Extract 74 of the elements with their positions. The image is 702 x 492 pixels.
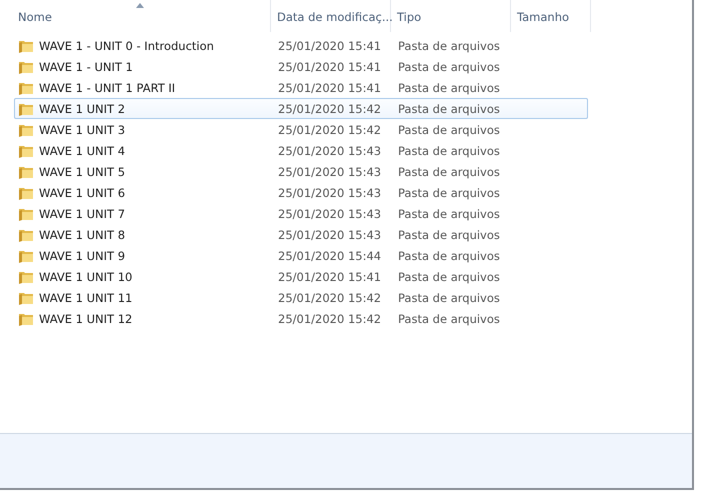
item-type: Pasta de arquivos <box>398 122 500 136</box>
folder-name: WAVE 1 - UNIT 0 - Introduction <box>39 38 214 52</box>
item-type: Pasta de arquivos <box>398 312 500 326</box>
item-type: Pasta de arquivos <box>398 206 500 220</box>
folder-name: WAVE 1 UNIT 3 <box>39 122 126 136</box>
file-row[interactable]: WAVE 1 - UNIT 1 25/01/2020 15:41 Pasta de arquivos <box>14 56 588 77</box>
folder-name: WAVE 1 UNIT 11 <box>39 290 132 304</box>
modified-date: 25/01/2020 15:42 <box>278 102 382 116</box>
folder-icon <box>18 144 34 158</box>
item-type: Pasta de arquivos <box>398 290 500 304</box>
file-row[interactable]: WAVE 1 UNIT 5 25/01/2020 15:43 Pasta de arquivos <box>14 161 588 182</box>
folder-name: WAVE 1 UNIT 8 <box>39 228 126 242</box>
modified-date: 25/01/2020 15:43 <box>278 186 382 200</box>
file-row[interactable]: WAVE 1 UNIT 4 25/01/2020 15:43 Pasta de arquivos <box>14 140 588 161</box>
column-header[interactable]: Nome <box>12 0 271 32</box>
folder-icon <box>18 270 34 284</box>
modified-date: 25/01/2020 15:41 <box>278 80 382 94</box>
folder-icon <box>18 38 34 52</box>
modified-date: 25/01/2020 15:41 <box>278 38 382 52</box>
file-row[interactable]: WAVE 1 UNIT 3 25/01/2020 15:42 Pasta de arquivos <box>14 119 588 140</box>
folder-name: WAVE 1 - UNIT 1 PART II <box>39 80 176 94</box>
file-row[interactable]: WAVE 1 UNIT 11 25/01/2020 15:42 Pasta de arquivos <box>14 287 588 308</box>
item-type: Pasta de arquivos <box>398 60 500 74</box>
folder-name: WAVE 1 UNIT 5 <box>39 164 126 178</box>
folder-icon <box>18 186 34 200</box>
modified-date: 25/01/2020 15:41 <box>278 270 382 284</box>
folder-icon <box>18 164 34 178</box>
folder-icon <box>18 206 34 220</box>
file-row[interactable]: WAVE 1 - UNIT 1 PART II 25/01/2020 15:41 Pasta de arquivos <box>14 77 588 98</box>
folder-icon <box>18 60 34 74</box>
column-header[interactable]: Tamanho <box>511 0 591 32</box>
folder-name: WAVE 1 - UNIT 1 <box>39 60 133 74</box>
folder-name: WAVE 1 UNIT 10 <box>39 270 132 284</box>
folder-name: WAVE 1 UNIT 2 <box>39 102 126 116</box>
item-type: Pasta de arquivos <box>398 38 500 52</box>
modified-date: 25/01/2020 15:42 <box>278 122 382 136</box>
modified-date: 25/01/2020 15:43 <box>278 206 382 220</box>
file-row[interactable]: WAVE 1 UNIT 10 25/01/2020 15:41 Pasta de arquivos <box>14 266 588 287</box>
folder-icon <box>18 102 34 116</box>
modified-date: 25/01/2020 15:44 <box>278 248 382 262</box>
modified-date: 25/01/2020 15:41 <box>278 60 382 74</box>
file-row[interactable]: WAVE 1 UNIT 6 25/01/2020 15:43 Pasta de arquivos <box>14 182 588 203</box>
folder-name: WAVE 1 UNIT 9 <box>39 248 126 262</box>
item-type: Pasta de arquivos <box>398 102 500 116</box>
modified-date: 25/01/2020 15:43 <box>278 228 382 242</box>
item-type: Pasta de arquivos <box>398 248 500 262</box>
modified-date: 25/01/2020 15:43 <box>278 164 382 178</box>
item-type: Pasta de arquivos <box>398 144 500 158</box>
folder-name: WAVE 1 UNIT 6 <box>39 186 126 200</box>
file-row[interactable]: WAVE 1 UNIT 7 25/01/2020 15:43 Pasta de arquivos <box>14 203 588 224</box>
file-row[interactable]: WAVE 1 UNIT 12 25/01/2020 15:42 Pasta de arquivos <box>14 308 588 329</box>
column-header[interactable]: Tipo <box>391 0 511 32</box>
folder-icon <box>18 290 34 304</box>
file-row[interactable]: WAVE 1 - UNIT 0 - Introduction 25/01/2020 15:41 Pasta de arquivos <box>14 35 588 56</box>
item-type: Pasta de arquivos <box>398 186 500 200</box>
file-row[interactable]: WAVE 1 UNIT 2 25/01/2020 15:42 Pasta de arquivos <box>14 98 588 119</box>
column-header[interactable]: Data de modificaç... <box>271 0 391 32</box>
modified-date: 25/01/2020 15:42 <box>278 312 382 326</box>
folder-icon <box>18 312 34 326</box>
folder-icon <box>18 248 34 262</box>
item-type: Pasta de arquivos <box>398 80 500 94</box>
file-row[interactable]: WAVE 1 UNIT 8 25/01/2020 15:43 Pasta de arquivos <box>14 224 588 245</box>
folder-icon <box>18 122 34 136</box>
folder-name: WAVE 1 UNIT 12 <box>39 312 132 326</box>
item-type: Pasta de arquivos <box>398 270 500 284</box>
item-type: Pasta de arquivos <box>398 164 500 178</box>
modified-date: 25/01/2020 15:42 <box>278 290 382 304</box>
folder-icon <box>18 228 34 242</box>
folder-name: WAVE 1 UNIT 4 <box>39 144 126 158</box>
item-type: Pasta de arquivos <box>398 228 500 242</box>
modified-date: 25/01/2020 15:43 <box>278 144 382 158</box>
folder-name: WAVE 1 UNIT 7 <box>39 206 126 220</box>
folder-icon <box>18 80 34 94</box>
file-row[interactable]: WAVE 1 UNIT 9 25/01/2020 15:44 Pasta de arquivos <box>14 245 588 266</box>
